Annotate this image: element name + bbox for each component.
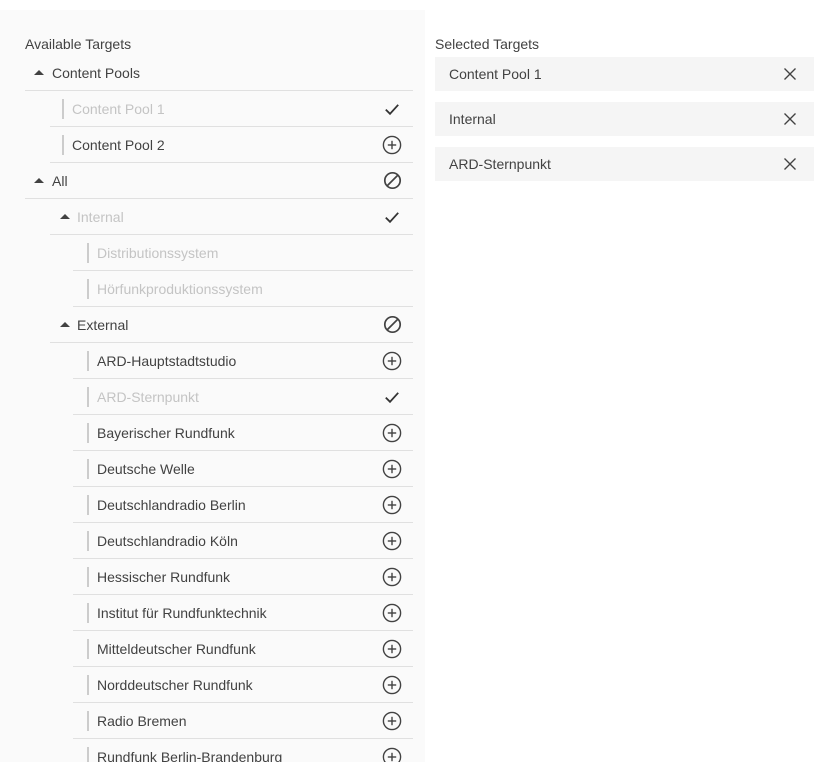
collapse-arrow-icon[interactable] <box>56 322 74 327</box>
tree-row-label: ARD-Hauptstadtstudio <box>97 353 236 369</box>
tree-row[interactable]: Deutschlandradio Berlin <box>73 487 413 523</box>
tree-row-label: Mitteldeutscher Rundfunk <box>97 641 256 657</box>
add-circle-icon[interactable] <box>382 531 402 551</box>
tree-row-label: Distributionssystem <box>97 245 218 261</box>
tree-row[interactable]: Content Pool 2 <box>50 127 413 163</box>
add-circle-icon[interactable] <box>382 675 402 695</box>
tree-row-label: Norddeutscher Rundfunk <box>97 677 253 693</box>
tree-leaf-bar <box>87 495 89 515</box>
tree-row[interactable]: All <box>25 163 413 199</box>
tree-row[interactable]: External <box>50 307 413 343</box>
tree-leaf-bar <box>87 423 89 443</box>
tree-leaf-bar <box>87 603 89 623</box>
tree-row[interactable]: Institut für Rundfunktechnik <box>73 595 413 631</box>
tree-row[interactable]: Hörfunkproduktionssystem <box>73 271 413 307</box>
tree-row[interactable]: Hessischer Rundfunk <box>73 559 413 595</box>
tree-row-label: Content Pool 2 <box>72 137 165 153</box>
available-targets-title: Available Targets <box>0 10 425 55</box>
tree-leaf-bar <box>87 531 89 551</box>
tree-row-label: Deutsche Welle <box>97 461 195 477</box>
add-circle-icon[interactable] <box>382 639 402 659</box>
collapse-arrow-icon[interactable] <box>30 178 48 183</box>
tree-leaf-bar <box>87 351 89 371</box>
close-icon[interactable] <box>783 157 797 171</box>
collapse-arrow-icon[interactable] <box>56 214 74 219</box>
tree-row[interactable]: ARD-Sternpunkt <box>73 379 413 415</box>
block-icon <box>382 171 402 191</box>
tree-row-label: Institut für Rundfunktechnik <box>97 605 267 621</box>
available-targets-tree: Content Pools Content Pool 1 Content Pool … <box>0 55 425 762</box>
tree-row-label: Hörfunkproduktionssystem <box>97 281 263 297</box>
tree-row-label: Radio Bremen <box>97 713 187 729</box>
tree-row[interactable]: Distributionssystem <box>73 235 413 271</box>
tree-row-label: Content Pool 1 <box>72 101 165 117</box>
close-icon[interactable] <box>783 112 797 126</box>
selected-target-item: Internal <box>435 102 814 136</box>
tree-leaf-bar <box>87 747 89 762</box>
available-targets-panel: Available Targets Content PoolsContent P… <box>0 10 425 762</box>
selected-target-label: ARD-Sternpunkt <box>449 156 551 172</box>
tree-leaf-bar <box>87 387 89 407</box>
tree-row-label: Deutschlandradio Berlin <box>97 497 246 513</box>
tree-leaf-bar <box>87 279 89 299</box>
tree-row[interactable]: Norddeutscher Rundfunk <box>73 667 413 703</box>
target-picker: Available Targets Content PoolsContent P… <box>0 0 824 762</box>
selected-targets-panel: Selected Targets Content Pool 1 Internal A… <box>425 10 824 762</box>
selected-target-label: Content Pool 1 <box>449 66 542 82</box>
tree-row[interactable]: Content Pool 1 <box>50 91 413 127</box>
tree-row-label: ARD-Sternpunkt <box>97 389 199 405</box>
add-circle-icon[interactable] <box>382 459 402 479</box>
tree-leaf-bar <box>62 99 64 119</box>
selected-targets-list: Content Pool 1 Internal ARD-Sternpunkt <box>425 57 824 181</box>
selected-target-item: ARD-Sternpunkt <box>435 147 814 181</box>
tree-leaf-bar <box>87 459 89 479</box>
collapse-arrow-icon[interactable] <box>30 70 48 75</box>
check-icon <box>382 207 402 227</box>
check-icon <box>382 387 402 407</box>
tree-row[interactable]: Deutschlandradio Köln <box>73 523 413 559</box>
tree-row[interactable]: Deutsche Welle <box>73 451 413 487</box>
add-circle-icon[interactable] <box>382 351 402 371</box>
tree-leaf-bar <box>87 675 89 695</box>
tree-leaf-bar <box>87 567 89 587</box>
tree-leaf-bar <box>87 711 89 731</box>
tree-row-label: Hessischer Rundfunk <box>97 569 230 585</box>
add-circle-icon[interactable] <box>382 567 402 587</box>
add-circle-icon[interactable] <box>382 747 402 762</box>
tree-row[interactable]: Content Pools <box>25 55 413 91</box>
tree-leaf-bar <box>87 243 89 263</box>
tree-row[interactable]: Bayerischer Rundfunk <box>73 415 413 451</box>
block-icon <box>382 315 402 335</box>
add-circle-icon[interactable] <box>382 495 402 515</box>
tree-leaf-bar <box>87 639 89 659</box>
add-circle-icon[interactable] <box>382 603 402 623</box>
check-icon <box>382 99 402 119</box>
tree-row[interactable]: Mitteldeutscher Rundfunk <box>73 631 413 667</box>
tree-row-label: Rundfunk Berlin-Brandenburg <box>97 749 282 762</box>
tree-row-label: All <box>52 173 68 189</box>
tree-row[interactable]: Rundfunk Berlin-Brandenburg <box>73 739 413 762</box>
selected-target-item: Content Pool 1 <box>435 57 814 91</box>
tree-leaf-bar <box>62 135 64 155</box>
tree-row[interactable]: Radio Bremen <box>73 703 413 739</box>
add-circle-icon[interactable] <box>382 711 402 731</box>
close-icon[interactable] <box>783 67 797 81</box>
tree-row-label: External <box>77 317 128 333</box>
tree-row-label: Bayerischer Rundfunk <box>97 425 235 441</box>
tree-row-label: Internal <box>77 209 124 225</box>
add-circle-icon[interactable] <box>382 423 402 443</box>
selected-targets-title: Selected Targets <box>425 10 824 53</box>
tree-row[interactable]: ARD-Hauptstadtstudio <box>73 343 413 379</box>
tree-row-label: Content Pools <box>52 65 140 81</box>
tree-row[interactable]: Internal <box>50 199 413 235</box>
selected-target-label: Internal <box>449 111 496 127</box>
tree-row-label: Deutschlandradio Köln <box>97 533 238 549</box>
add-circle-icon[interactable] <box>382 135 402 155</box>
